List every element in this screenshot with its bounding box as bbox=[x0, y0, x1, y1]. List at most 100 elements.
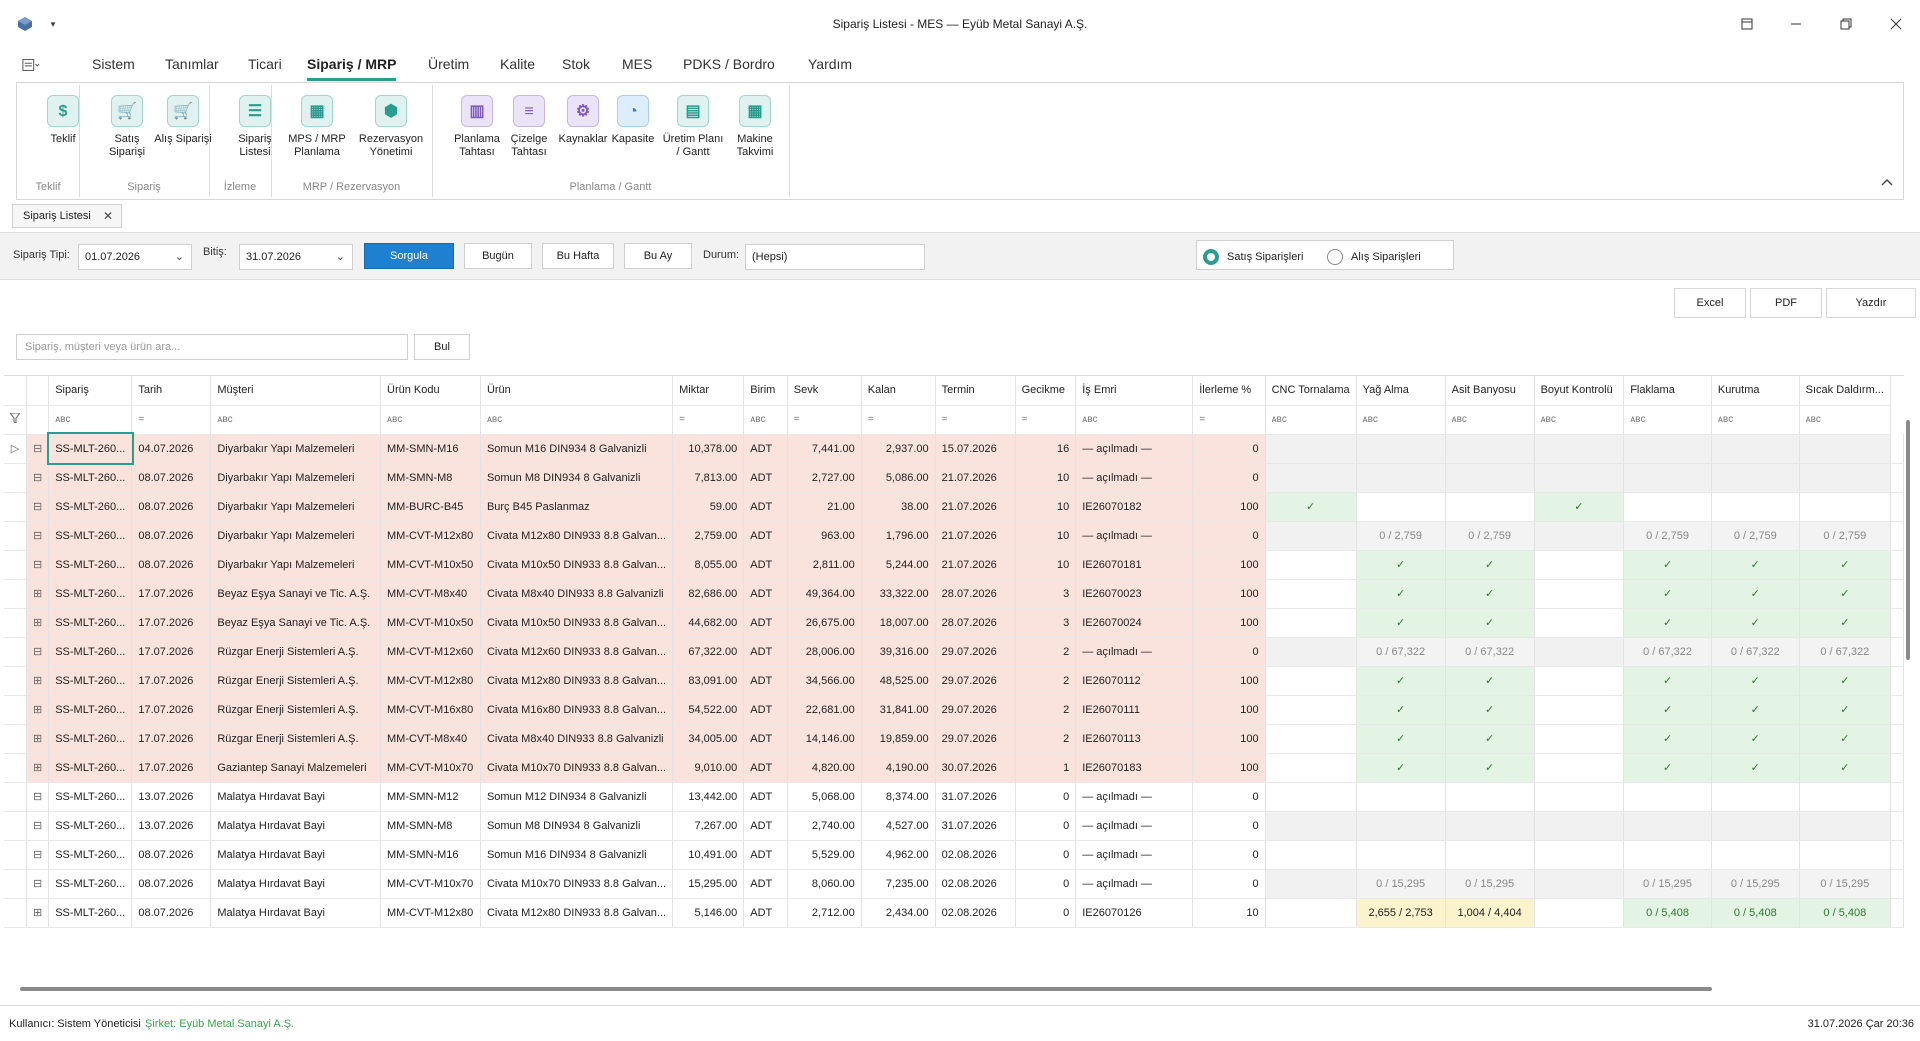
table-row[interactable]: ⊞ SS-MLT-260... 17.07.2026 Gaziantep Sanayi… bbox=[4, 753, 1904, 783]
sorgula-button[interactable]: Sorgula bbox=[364, 243, 454, 269]
menu-siparis-mrp[interactable]: Sipariş / MRP bbox=[307, 56, 397, 81]
rezervasyon-button[interactable]: ⬢ Rezervasyon Yönetimi bbox=[351, 95, 431, 159]
tab-close-icon[interactable]: ✕ bbox=[103, 209, 113, 223]
collapse-row-icon[interactable]: ⊟ bbox=[26, 869, 50, 899]
collapse-row-icon[interactable]: ⊟ bbox=[26, 637, 50, 667]
filter-contains-icon[interactable]: ᴀʙᴄ bbox=[1799, 405, 1892, 435]
column-header[interactable]: CNC Tornalama bbox=[1265, 376, 1357, 406]
column-header[interactable]: Sıcak Daldırm... bbox=[1799, 376, 1892, 406]
table-row[interactable]: ⊟ SS-MLT-260... 13.07.2026 Malatya Hırdavat… bbox=[4, 811, 1904, 841]
kapasite-button[interactable]: ◔ Kapasite bbox=[601, 95, 665, 146]
filter-contains-icon[interactable]: ᴀʙᴄ bbox=[1356, 405, 1446, 435]
filter-row-icon[interactable] bbox=[4, 405, 27, 435]
expand-row-icon[interactable]: ⊞ bbox=[26, 724, 50, 754]
table-row[interactable]: ⊟ SS-MLT-260... 17.07.2026 Rüzgar Enerji Si… bbox=[4, 637, 1904, 667]
table-row[interactable]: ⊟ SS-MLT-260... 08.07.2026 Diyarbakır Yapı … bbox=[4, 521, 1904, 551]
table-row[interactable]: ⊟ SS-MLT-260... 08.07.2026 Diyarbakır Yapı … bbox=[4, 492, 1904, 522]
menu-ticari[interactable]: Ticari bbox=[248, 56, 282, 72]
expand-row-icon[interactable]: ⊞ bbox=[26, 695, 50, 725]
column-header[interactable]: İş Emri bbox=[1075, 376, 1194, 406]
filter-contains-icon[interactable]: ᴀʙᴄ bbox=[1711, 405, 1800, 435]
column-header[interactable]: Sipariş bbox=[48, 376, 133, 406]
column-header[interactable]: Kalan bbox=[861, 376, 936, 406]
bul-button[interactable]: Bul bbox=[414, 334, 470, 360]
radio-alis-siparisleri[interactable]: Alış Siparişleri bbox=[1327, 249, 1421, 265]
collapse-row-icon[interactable]: ⊟ bbox=[26, 811, 50, 841]
filter-contains-icon[interactable]: ᴀʙᴄ bbox=[1075, 405, 1194, 435]
alis-siparisi-button[interactable]: 🛒 Alış Siparişi bbox=[141, 95, 225, 146]
teklif-button[interactable]: $ Teklif bbox=[31, 95, 95, 146]
column-header[interactable]: Termin bbox=[935, 376, 1016, 406]
close-icon[interactable] bbox=[1887, 15, 1905, 33]
menu-uretim[interactable]: Üretim bbox=[428, 56, 469, 72]
column-header[interactable]: Boyut Kontrolü bbox=[1534, 376, 1625, 406]
menu-yardim[interactable]: Yardım bbox=[808, 56, 852, 72]
bu-ay-button[interactable]: Bu Ay bbox=[624, 243, 692, 269]
yazdir-button[interactable]: Yazdır bbox=[1826, 288, 1916, 318]
filter-equals-icon[interactable]: = bbox=[672, 405, 745, 435]
table-row[interactable]: ▷ ⊟ SS-MLT-260... 04.07.2026 Diyarbakır Yapı… bbox=[4, 432, 1904, 465]
filter-equals-icon[interactable]: = bbox=[1192, 405, 1266, 435]
filter-contains-icon[interactable]: ᴀʙᴄ bbox=[1534, 405, 1625, 435]
collapse-row-icon[interactable]: ⊟ bbox=[26, 492, 50, 522]
column-header[interactable]: Sevk bbox=[787, 376, 862, 406]
column-header[interactable]: Kurutma bbox=[1711, 376, 1800, 406]
filter-equals-icon[interactable]: = bbox=[935, 405, 1016, 435]
layout-icon[interactable] bbox=[1738, 15, 1756, 33]
bu-hafta-button[interactable]: Bu Hafta bbox=[542, 243, 614, 269]
column-header[interactable]: Yağ Alma bbox=[1356, 376, 1446, 406]
column-header[interactable]: Miktar bbox=[672, 376, 745, 406]
filter-contains-icon[interactable]: ᴀʙᴄ bbox=[1265, 405, 1357, 435]
siparis-listesi-button[interactable]: ☰ Sipariş Listesi bbox=[223, 95, 287, 159]
table-row[interactable]: ⊞ SS-MLT-260... 17.07.2026 Rüzgar Enerji Si… bbox=[4, 666, 1904, 696]
column-header[interactable]: Gecikme bbox=[1015, 376, 1077, 406]
filter-contains-icon[interactable]: ᴀʙᴄ bbox=[480, 405, 674, 435]
table-row[interactable]: ⊟ SS-MLT-260... 08.07.2026 Malatya Hırdavat… bbox=[4, 869, 1904, 899]
tab-siparis-listesi[interactable]: Sipariş Listesi ✕ bbox=[12, 204, 122, 228]
vertical-scrollbar[interactable] bbox=[1906, 420, 1910, 660]
menu-tanimlar[interactable]: Tanımlar bbox=[165, 56, 219, 72]
excel-button[interactable]: Excel bbox=[1674, 288, 1746, 318]
menu-stok[interactable]: Stok bbox=[562, 56, 590, 72]
durum-select[interactable]: (Hepsi) bbox=[745, 244, 925, 270]
filter-equals-icon[interactable]: = bbox=[787, 405, 862, 435]
menu-toggle-icon[interactable] bbox=[22, 56, 40, 74]
table-row[interactable]: ⊞ SS-MLT-260... 17.07.2026 Beyaz Eşya Sanay… bbox=[4, 608, 1904, 638]
collapse-row-icon[interactable]: ⊟ bbox=[26, 782, 50, 812]
radio-satis-siparisleri[interactable]: Satış Siparişleri bbox=[1203, 249, 1303, 265]
expand-row-icon[interactable]: ⊞ bbox=[26, 608, 50, 638]
filter-equals-icon[interactable]: = bbox=[1015, 405, 1077, 435]
restore-icon[interactable] bbox=[1837, 15, 1855, 33]
column-header[interactable]: Ürün Kodu bbox=[380, 376, 481, 406]
collapse-row-icon[interactable]: ⊟ bbox=[26, 434, 50, 464]
expand-row-icon[interactable]: ⊞ bbox=[26, 666, 50, 696]
filter-contains-icon[interactable]: ᴀʙᴄ bbox=[743, 405, 788, 435]
ribbon-collapse-icon[interactable] bbox=[1881, 173, 1893, 189]
table-row[interactable]: ⊟ SS-MLT-260... 13.07.2026 Malatya Hırdavat… bbox=[4, 782, 1904, 812]
column-header[interactable]: Birim bbox=[743, 376, 788, 406]
filter-contains-icon[interactable]: ᴀʙᴄ bbox=[1445, 405, 1535, 435]
collapse-row-icon[interactable]: ⊟ bbox=[26, 521, 50, 551]
uretim-plani-gantt-button[interactable]: ▤ Üretim Planı / Gantt bbox=[657, 95, 729, 159]
filter-equals-icon[interactable]: = bbox=[131, 405, 212, 435]
table-row[interactable]: ⊟ SS-MLT-260... 08.07.2026 Malatya Hırdavat… bbox=[4, 840, 1904, 870]
menu-pdks-bordro[interactable]: PDKS / Bordro bbox=[683, 56, 775, 72]
filter-equals-icon[interactable]: = bbox=[861, 405, 936, 435]
menu-mes[interactable]: MES bbox=[622, 56, 652, 72]
column-header[interactable]: Flaklama bbox=[1623, 376, 1712, 406]
table-row[interactable]: ⊟ SS-MLT-260... 08.07.2026 Diyarbakır Yapı … bbox=[4, 463, 1904, 493]
table-row[interactable]: ⊞ SS-MLT-260... 17.07.2026 Beyaz Eşya Sanay… bbox=[4, 579, 1904, 609]
column-header[interactable]: İlerleme % bbox=[1192, 376, 1266, 406]
expand-row-icon[interactable]: ⊞ bbox=[26, 579, 50, 609]
minimize-icon[interactable] bbox=[1787, 15, 1805, 33]
column-header[interactable]: Tarih bbox=[131, 376, 212, 406]
table-row[interactable]: ⊞ SS-MLT-260... 17.07.2026 Rüzgar Enerji Si… bbox=[4, 695, 1904, 725]
bugun-button[interactable]: Bugün bbox=[464, 243, 532, 269]
collapse-row-icon[interactable]: ⊟ bbox=[26, 840, 50, 870]
horizontal-scrollbar[interactable] bbox=[20, 987, 1712, 991]
menu-kalite[interactable]: Kalite bbox=[500, 56, 535, 72]
table-row[interactable]: ⊞ SS-MLT-260... 17.07.2026 Rüzgar Enerji Si… bbox=[4, 724, 1904, 754]
pdf-button[interactable]: PDF bbox=[1750, 288, 1822, 318]
table-row[interactable]: ⊟ SS-MLT-260... 08.07.2026 Diyarbakır Yapı … bbox=[4, 550, 1904, 580]
collapse-row-icon[interactable]: ⊟ bbox=[26, 550, 50, 580]
